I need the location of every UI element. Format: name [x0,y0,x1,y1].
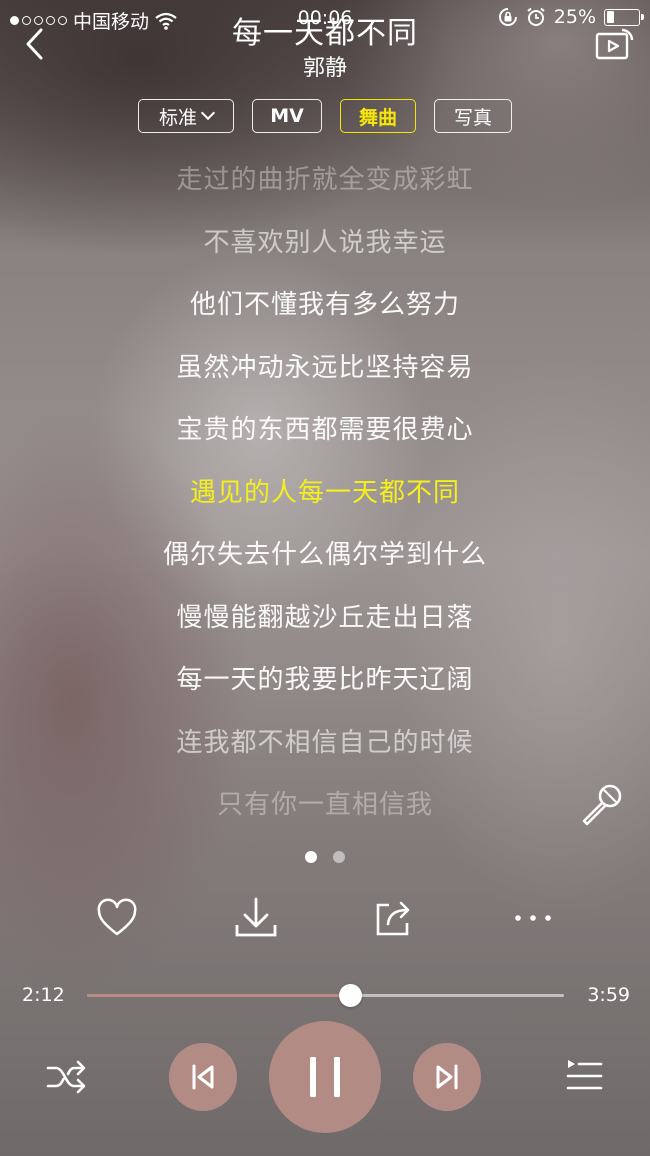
lyric-line: 连我都不相信自己的时候 [176,727,474,758]
lyric-line: 偶尔失去什么偶尔学到什么 [162,540,487,570]
progress-bar[interactable] [87,984,564,1007]
microphone-icon[interactable] [578,781,626,829]
progress-thumb[interactable] [339,984,363,1007]
page-dot [333,851,345,863]
page-indicator [0,851,650,863]
song-title: 每一天都不同 [232,16,418,51]
tab-label: 标准 [158,106,197,129]
lyric-line: 走过的曲折就全变成彩虹 [176,165,474,195]
lyric-line: 每一天的我要比昨天辽阔 [176,665,474,695]
page-dot-active [305,851,317,863]
more-icon[interactable] [508,893,558,943]
artist-name[interactable]: 郭静 [0,50,650,82]
tab-mv[interactable]: MV [252,99,322,133]
share-icon[interactable] [369,893,419,943]
progress-played [87,994,351,997]
player-screen: 中国移动 00:06 25% 每一天都不同 郭静 标准 MV 舞曲 写真 走过的… [0,0,650,1156]
shuffle-icon[interactable] [44,1055,88,1099]
lyric-line: 虽然冲动永远比坚持容易 [176,352,474,383]
lyric-line: 慢慢能翻越沙丘走出日落 [176,602,474,633]
tab-label: MV [270,105,304,127]
screen-cast-icon[interactable] [594,24,634,64]
tab-label: 写真 [453,106,492,129]
lyric-line-current: 遇见的人每一天都不同 [189,477,460,508]
tab-standard[interactable]: 标准 [138,99,234,133]
pause-icon [310,1057,340,1097]
chevron-down-icon [200,105,216,121]
elapsed-time: 2:12 [22,984,65,1006]
total-time: 3:59 [587,984,630,1006]
mode-tabs: 标准 MV 舞曲 写真 [0,99,650,133]
tab-photo[interactable]: 写真 [434,99,512,133]
download-icon[interactable] [231,893,281,943]
lyrics-panel[interactable]: 走过的曲折就全变成彩虹 不喜欢别人说我幸运 他们不懂我有多么努力 虽然冲动永远比… [0,158,650,846]
lyric-line: 宝贵的东西都需要很费心 [176,415,474,445]
lyric-line: 他们不懂我有多么努力 [189,290,460,320]
previous-icon [192,1064,214,1090]
previous-button[interactable] [169,1043,237,1111]
playlist-icon[interactable] [562,1055,606,1099]
tab-dance[interactable]: 舞曲 [340,99,416,133]
lyric-line: 不喜欢别人说我幸运 [203,227,447,258]
heart-icon[interactable] [92,893,142,943]
lyric-line: 只有你一直相信我 [216,790,433,820]
pause-button[interactable] [269,1021,381,1133]
next-button[interactable] [413,1043,481,1111]
next-icon [436,1064,458,1090]
tab-label: 舞曲 [358,106,397,129]
